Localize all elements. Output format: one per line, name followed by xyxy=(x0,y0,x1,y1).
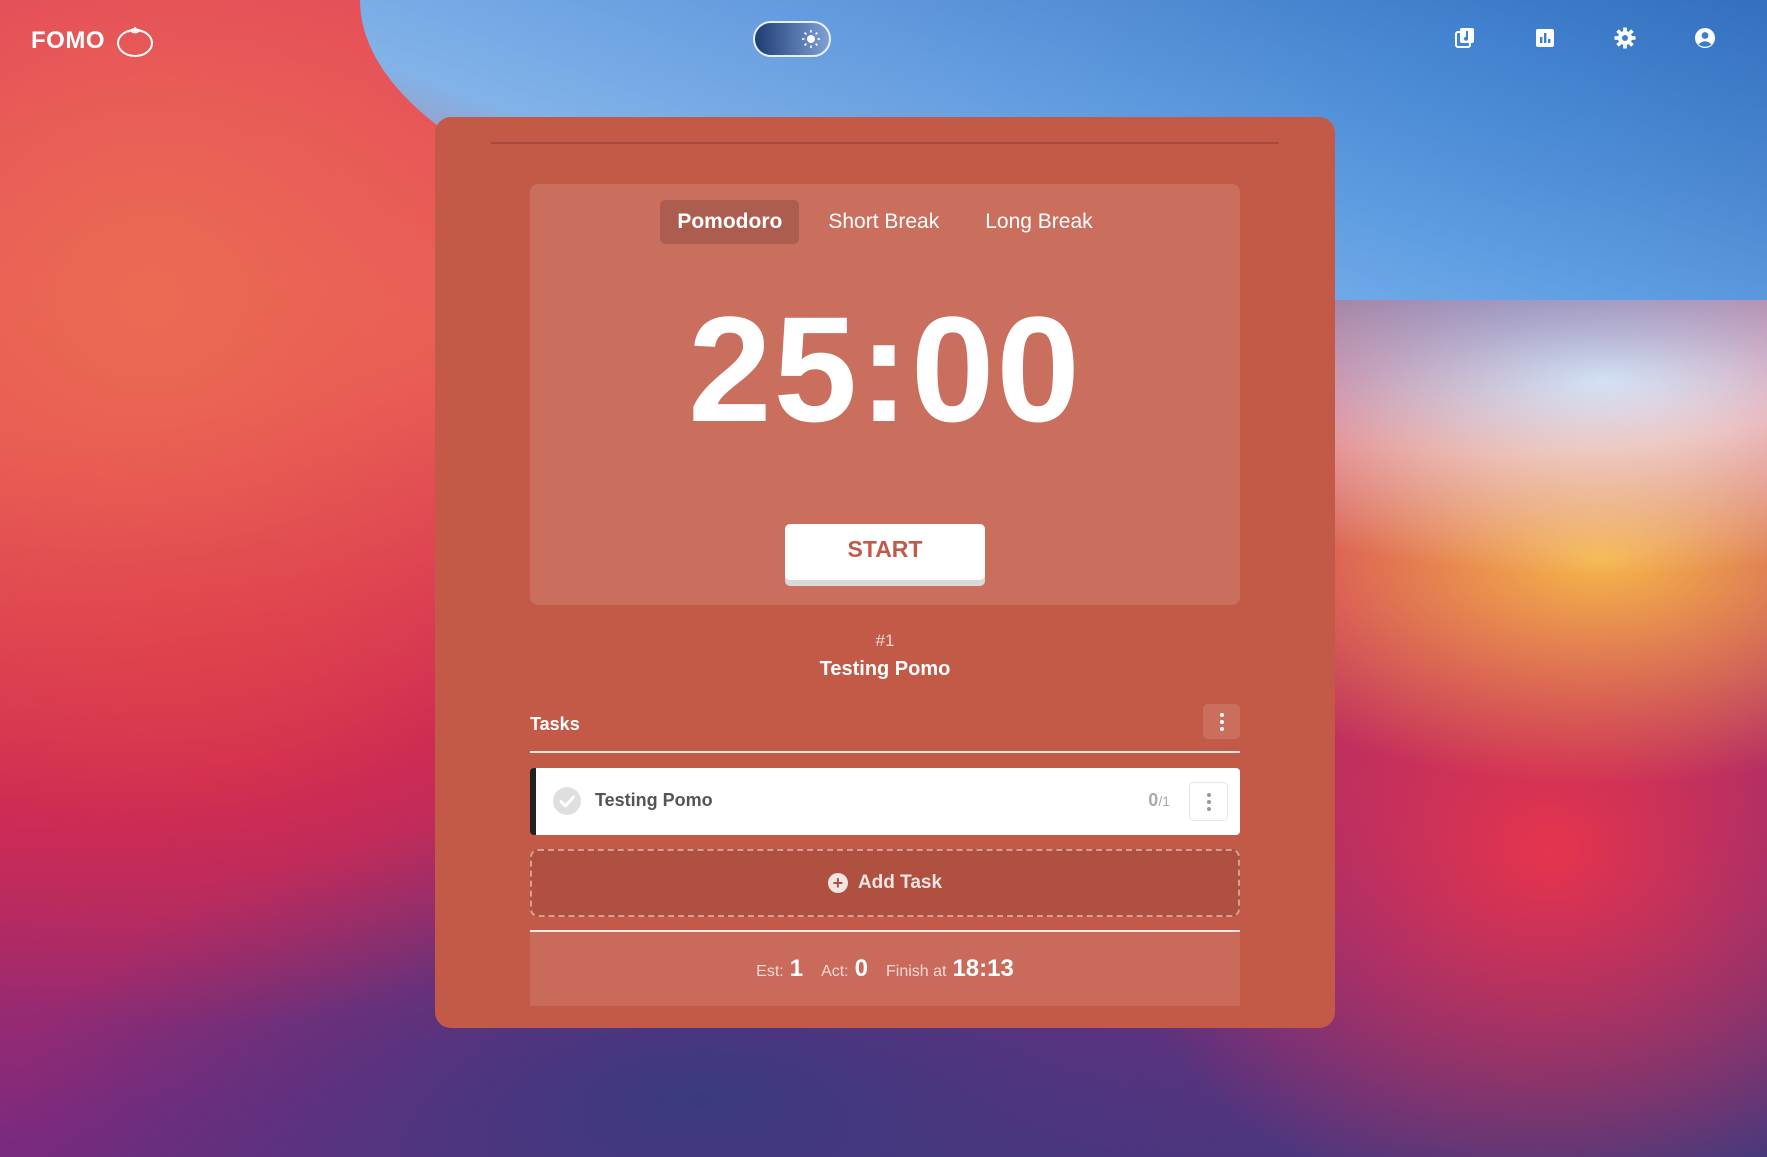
task-name: Testing Pomo xyxy=(595,790,713,810)
tab-short-break[interactable]: Short Break xyxy=(811,200,956,244)
task-done-count: 0 xyxy=(1148,790,1159,810)
plus-circle-icon: + xyxy=(827,873,848,893)
pomodoro-counter: #1 xyxy=(875,631,895,650)
summary-bar: Est: 1 Act: 0 Finish at 18:13 xyxy=(530,930,1240,1006)
add-task-label: Add Task xyxy=(857,872,943,893)
brand-name: FOMO xyxy=(31,27,105,54)
more-vertical-icon xyxy=(1206,792,1211,811)
progress-divider xyxy=(491,142,1279,144)
act-label: Act: xyxy=(821,963,849,980)
music-icon[interactable] xyxy=(1453,26,1477,50)
act-value: 0 xyxy=(854,955,868,982)
top-bar: FOMO xyxy=(0,0,1767,80)
add-task-button[interactable]: + Add Task xyxy=(530,849,1240,917)
current-task-label: Testing Pomo xyxy=(819,658,951,680)
mode-tabs: Pomodoro Short Break Long Break xyxy=(530,200,1240,244)
sun-icon xyxy=(802,30,820,48)
more-vertical-icon xyxy=(1219,712,1224,731)
finish-label: Finish at xyxy=(885,963,947,980)
task-item[interactable]: Testing Pomo 0/1 xyxy=(530,768,1240,835)
tomato-logo-icon xyxy=(117,27,153,57)
finish-summary: Finish at 18:13 xyxy=(886,955,1014,983)
brand: FOMO xyxy=(31,24,155,58)
est-summary: Est: 1 xyxy=(756,955,803,983)
tasks-menu-button[interactable] xyxy=(1203,704,1240,739)
tasks-header: Tasks xyxy=(530,701,1240,753)
est-value: 1 xyxy=(789,955,804,982)
est-label: Est: xyxy=(756,963,784,980)
settings-icon[interactable] xyxy=(1613,26,1637,50)
check-icon[interactable] xyxy=(553,787,581,815)
stats-icon[interactable] xyxy=(1533,26,1557,50)
theme-toggle[interactable] xyxy=(753,21,831,57)
account-icon[interactable] xyxy=(1693,26,1717,50)
start-button[interactable]: START xyxy=(785,524,985,580)
finish-value: 18:13 xyxy=(952,955,1014,982)
task-pomodoro-count: 0/1 xyxy=(1148,790,1170,811)
tasks-title: Tasks xyxy=(530,714,580,734)
tab-long-break[interactable]: Long Break xyxy=(968,200,1109,244)
nav-icons xyxy=(1453,26,1717,50)
pomodoro-card: Pomodoro Short Break Long Break 25:00 ST… xyxy=(435,117,1335,1028)
timer-panel: Pomodoro Short Break Long Break 25:00 ST… xyxy=(530,184,1240,605)
timer-display: 25:00 xyxy=(688,285,1082,453)
task-est-count: /1 xyxy=(1158,793,1170,809)
tab-pomodoro[interactable]: Pomodoro xyxy=(660,200,800,244)
task-menu-button[interactable] xyxy=(1189,782,1228,821)
act-summary: Act: 0 xyxy=(821,955,868,983)
